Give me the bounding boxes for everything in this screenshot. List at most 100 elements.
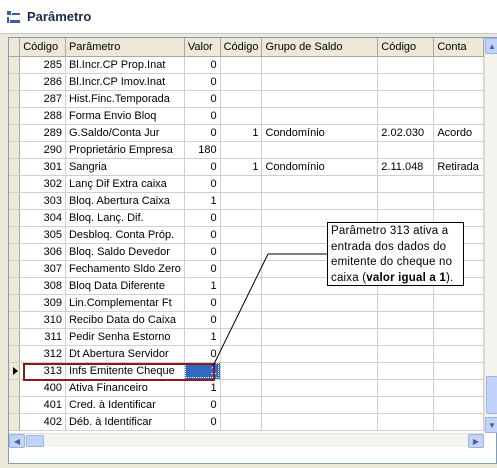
cell-codigo-conta[interactable] <box>377 175 435 193</box>
table-row[interactable]: 311 Pedir Senha Estorno 1 <box>9 328 484 346</box>
cell-codigo-grupo[interactable] <box>220 260 263 278</box>
cell-grupo-de-saldo[interactable] <box>261 345 379 363</box>
cell-codigo[interactable]: 290 <box>19 141 66 159</box>
cell-codigo-grupo[interactable] <box>220 294 263 312</box>
row-indicator[interactable] <box>9 311 21 329</box>
cell-grupo-de-saldo[interactable] <box>261 141 379 159</box>
row-indicator[interactable] <box>9 141 21 159</box>
cell-codigo-grupo[interactable] <box>220 379 263 397</box>
column-header-grupo-de-saldo[interactable]: Grupo de Saldo <box>261 38 379 57</box>
cell-codigo-conta[interactable]: 2.02.030 <box>377 124 435 142</box>
cell-codigo-conta[interactable] <box>377 141 435 159</box>
row-indicator[interactable] <box>9 345 21 363</box>
cell-codigo-grupo[interactable]: 1 <box>220 158 263 176</box>
cell-parametro[interactable]: Recibo Data do Caixa <box>65 311 185 329</box>
scroll-down-icon[interactable]: ▼ <box>485 417 497 433</box>
table-row[interactable]: 309 Lin.Complementar Ft 0 <box>9 294 484 312</box>
scroll-left-icon[interactable]: ◀ <box>9 434 25 448</box>
cell-parametro[interactable]: Lanç Dif Extra caixa <box>65 175 185 193</box>
row-indicator[interactable] <box>9 243 21 261</box>
cell-grupo-de-saldo[interactable] <box>261 90 379 108</box>
cell-parametro[interactable]: Sangria <box>65 158 185 176</box>
table-row[interactable]: 286 Bl.Incr.CP Imov.Inat 0 <box>9 73 484 91</box>
cell-codigo-grupo[interactable]: 1 <box>220 124 263 142</box>
cell-codigo-conta[interactable] <box>377 362 435 380</box>
column-header-conta[interactable]: Conta <box>433 38 484 57</box>
cell-conta[interactable] <box>433 141 484 159</box>
cell-codigo-grupo[interactable] <box>220 209 263 227</box>
cell-codigo[interactable]: 303 <box>19 192 66 210</box>
cell-valor[interactable]: 0 <box>184 396 221 414</box>
row-indicator[interactable] <box>9 328 21 346</box>
cell-grupo-de-saldo[interactable]: Condomínio <box>261 124 379 142</box>
cell-codigo[interactable]: 305 <box>19 226 66 244</box>
row-indicator[interactable] <box>9 56 21 74</box>
row-indicator[interactable] <box>9 260 21 278</box>
cell-parametro[interactable]: Cred. à Identificar <box>65 396 185 414</box>
cell-codigo-grupo[interactable] <box>220 243 263 261</box>
cell-codigo[interactable]: 287 <box>19 90 66 108</box>
cell-codigo-conta[interactable]: 2.11.048 <box>377 158 435 176</box>
cell-codigo[interactable]: 402 <box>19 413 66 431</box>
column-header-codigo-conta[interactable]: Código <box>377 38 435 57</box>
table-row[interactable]: 288 Forma Envio Bloq 0 <box>9 107 484 125</box>
cell-valor[interactable]: 0 <box>184 311 221 329</box>
cell-codigo[interactable]: 286 <box>19 73 66 91</box>
cell-codigo[interactable]: 307 <box>19 260 66 278</box>
cell-grupo-de-saldo[interactable] <box>261 73 379 91</box>
cell-conta[interactable] <box>433 362 484 380</box>
cell-codigo[interactable]: 313 <box>19 362 66 380</box>
cell-parametro[interactable]: Dt Abertura Servidor <box>65 345 185 363</box>
cell-grupo-de-saldo[interactable] <box>261 413 379 431</box>
table-row[interactable]: 312 Dt Abertura Servidor 0 <box>9 345 484 363</box>
cell-codigo-grupo[interactable] <box>220 362 263 380</box>
table-row[interactable]: 287 Hist.Finc.Temporada 0 <box>9 90 484 108</box>
cell-codigo-grupo[interactable] <box>220 277 263 295</box>
cell-codigo-conta[interactable] <box>377 328 435 346</box>
cell-conta[interactable] <box>433 413 484 431</box>
cell-grupo-de-saldo[interactable] <box>261 396 379 414</box>
cell-codigo-grupo[interactable] <box>220 90 263 108</box>
cell-valor[interactable]: 0 <box>184 56 221 74</box>
cell-codigo-conta[interactable] <box>377 345 435 363</box>
column-header-codigo-grupo[interactable]: Código <box>220 38 263 57</box>
cell-grupo-de-saldo[interactable] <box>261 379 379 397</box>
cell-codigo-grupo[interactable] <box>220 345 263 363</box>
cell-codigo-grupo[interactable] <box>220 192 263 210</box>
cell-valor[interactable]: 1 <box>184 379 221 397</box>
cell-parametro[interactable]: Bloq Data Diferente <box>65 277 185 295</box>
table-row[interactable]: 313 Infs Emitente Cheque 1 <box>9 362 484 380</box>
cell-valor[interactable]: 1 <box>184 328 221 346</box>
row-indicator[interactable] <box>9 362 21 380</box>
cell-parametro[interactable]: Bl.Incr.CP Imov.Inat <box>65 73 185 91</box>
cell-grupo-de-saldo[interactable] <box>261 175 379 193</box>
cell-parametro[interactable]: Déb. à Identificar <box>65 413 185 431</box>
table-row[interactable]: 290 Proprietário Empresa 180 <box>9 141 484 159</box>
cell-conta[interactable] <box>433 90 484 108</box>
row-indicator[interactable] <box>9 379 21 397</box>
table-row[interactable]: 303 Bloq. Abertura Caixa 1 <box>9 192 484 210</box>
cell-codigo-grupo[interactable] <box>220 311 263 329</box>
cell-codigo-conta[interactable] <box>377 294 435 312</box>
row-indicator[interactable] <box>9 124 21 142</box>
cell-parametro[interactable]: Desbloq. Conta Próp. <box>65 226 185 244</box>
cell-codigo-conta[interactable] <box>377 379 435 397</box>
cell-valor[interactable]: 1 <box>184 192 221 210</box>
cell-valor[interactable]: 1 <box>184 277 221 295</box>
cell-parametro[interactable]: Proprietário Empresa <box>65 141 185 159</box>
cell-valor[interactable]: 0 <box>184 90 221 108</box>
cell-parametro[interactable]: Lin.Complementar Ft <box>65 294 185 312</box>
cell-valor[interactable]: 180 <box>184 141 221 159</box>
cell-codigo-grupo[interactable] <box>220 107 263 125</box>
cell-codigo[interactable]: 289 <box>19 124 66 142</box>
cell-codigo-conta[interactable] <box>377 311 435 329</box>
cell-valor[interactable]: 0 <box>184 413 221 431</box>
row-indicator[interactable] <box>9 396 21 414</box>
row-indicator[interactable] <box>9 73 21 91</box>
row-indicator[interactable] <box>9 226 21 244</box>
cell-valor[interactable]: 1 <box>184 362 221 380</box>
table-row[interactable]: 400 Ativa Financeiro 1 <box>9 379 484 397</box>
cell-valor[interactable]: 0 <box>184 226 221 244</box>
row-indicator[interactable] <box>9 175 21 193</box>
row-indicator[interactable] <box>9 192 21 210</box>
